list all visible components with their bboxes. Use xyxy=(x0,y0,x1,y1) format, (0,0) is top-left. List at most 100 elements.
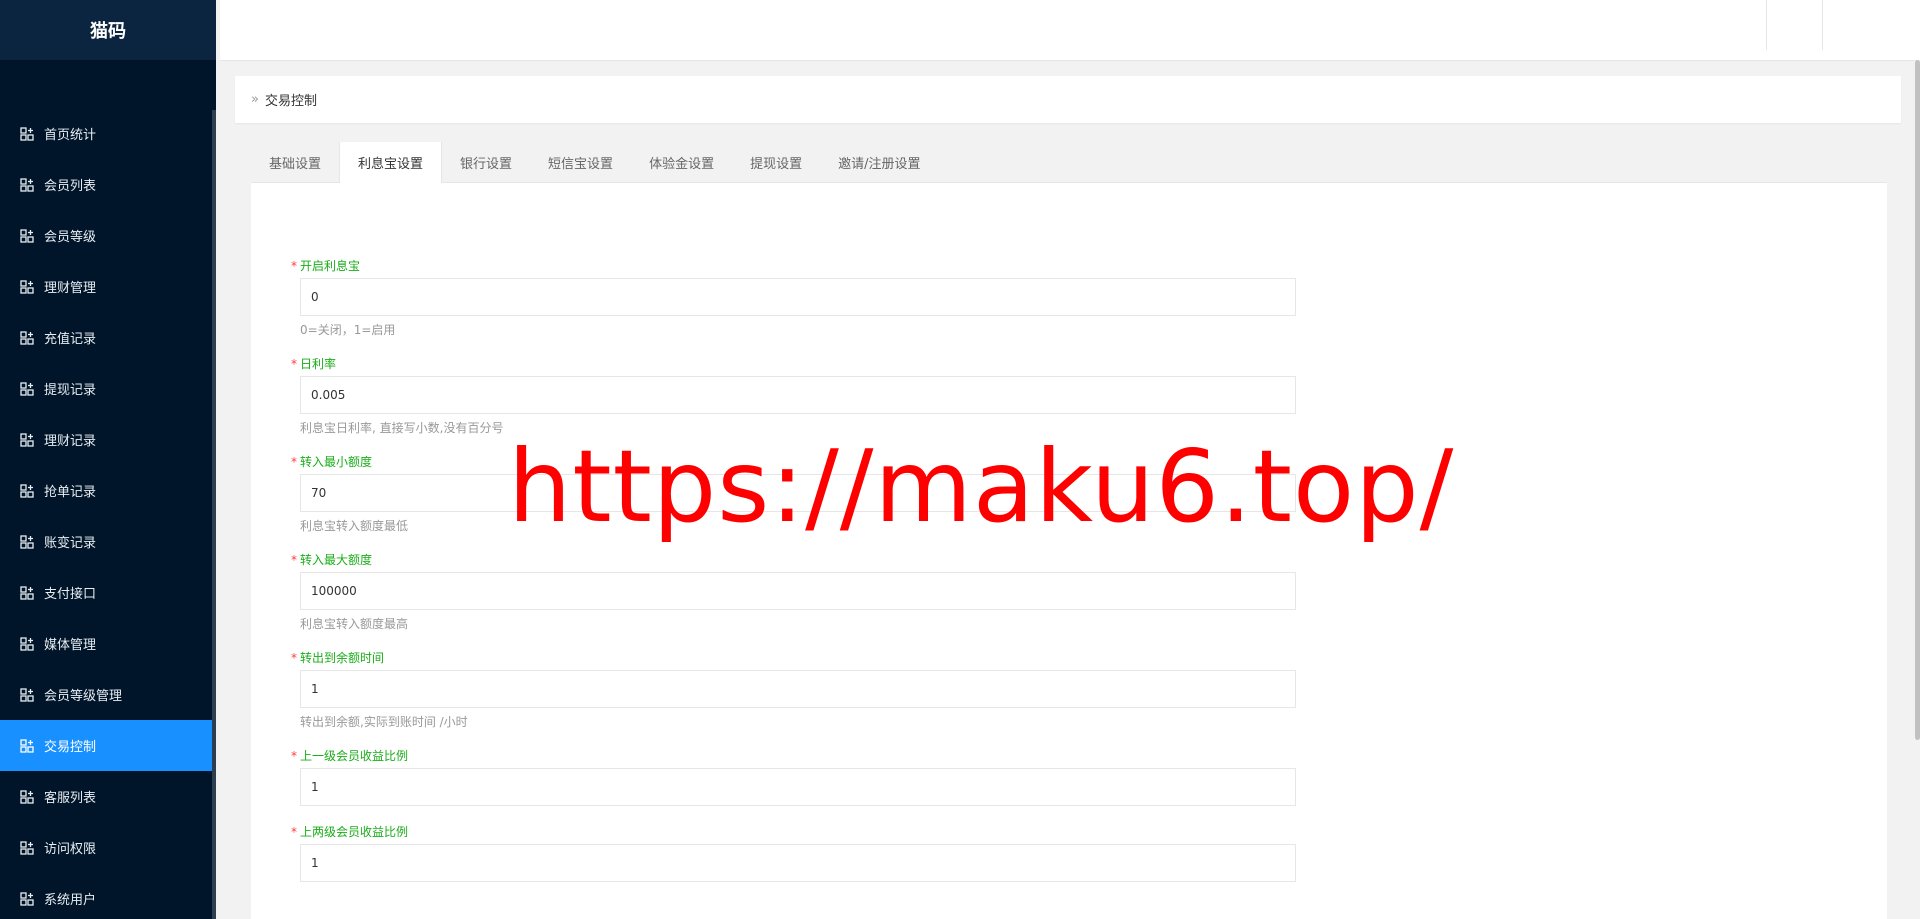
sidebar-item[interactable]: 账变记录 xyxy=(0,516,216,567)
grid-icon xyxy=(20,636,34,651)
field-label-text: 日利率 xyxy=(300,357,337,371)
sidebar-item[interactable]: 客服列表 xyxy=(0,771,216,822)
sidebar-item[interactable]: 访问权限 xyxy=(0,822,216,873)
breadcrumb-current: 交易控制 xyxy=(264,94,317,109)
settings-tab[interactable]: 基础设置 xyxy=(251,142,339,182)
field-label-text: 开启利息宝 xyxy=(300,259,361,273)
field-help-text: 0=关闭，1=启用 xyxy=(300,323,396,337)
sidebar-item-label: 会员等级管理 xyxy=(44,689,123,704)
field-label: * 上两级会员收益比例 xyxy=(291,823,1887,840)
sidebar-item-label: 媒体管理 xyxy=(44,638,97,653)
sidebar-item-label: 交易控制 xyxy=(44,740,97,755)
sidebar-item[interactable]: 支付接口 xyxy=(0,567,216,618)
form-field: *转入最大额度利息宝转入额度最高 xyxy=(291,551,1887,632)
grid-icon xyxy=(20,228,34,243)
grid-icon xyxy=(20,432,34,447)
sidebar-item-label: 系统用户 xyxy=(44,893,97,908)
sidebar-scrollbar[interactable] xyxy=(212,110,216,919)
form-field: *开启利息宝 0=关闭，1=启用 xyxy=(291,257,1887,338)
field-label: * 日利率 xyxy=(291,355,1887,372)
field-label: * 上一级会员收益比例 xyxy=(291,747,1887,764)
field-label-text: 转入最小额度 xyxy=(300,455,373,469)
sidebar-item[interactable]: 理财管理 xyxy=(0,261,216,312)
required-marker: * xyxy=(291,553,297,567)
grid-icon xyxy=(20,330,34,345)
sidebar-item-label: 会员等级 xyxy=(44,230,97,245)
sidebar-item-label: 充值记录 xyxy=(44,332,97,347)
field-label-text: 转入最大额度 xyxy=(300,553,373,567)
field-input[interactable] xyxy=(300,572,1296,610)
form-field: *转出到余额时间转出到余额,实际到账时间 /小时 xyxy=(291,649,1887,730)
required-marker: * xyxy=(291,357,297,371)
sidebar-item[interactable]: 系统用户 xyxy=(0,873,216,919)
settings-tab[interactable]: 短信宝设置 xyxy=(530,142,631,182)
field-label-text: 上两级会员收益比例 xyxy=(300,825,409,839)
settings-tab[interactable]: 银行设置 xyxy=(442,142,530,182)
form-field: * 上一级会员收益比例 xyxy=(291,747,1887,806)
field-label: * 转出到余额时间 xyxy=(291,649,1887,666)
settings-tab[interactable]: 体验金设置 xyxy=(631,142,732,182)
required-marker: * xyxy=(291,825,297,839)
field-input[interactable] xyxy=(300,670,1296,708)
breadcrumb: » 交易控制 xyxy=(235,76,1901,123)
sidebar-item[interactable]: 理财记录 xyxy=(0,414,216,465)
field-label-text: 转出到余额时间 xyxy=(300,651,385,665)
grid-icon xyxy=(20,381,34,396)
sidebar-item-label: 理财管理 xyxy=(44,281,97,296)
sidebar-item[interactable]: 会员等级管理 xyxy=(0,669,216,720)
form-field: * 上两级会员收益比例 xyxy=(291,823,1887,882)
sidebar-item[interactable]: 充值记录 xyxy=(0,312,216,363)
top-header xyxy=(220,0,1920,61)
sidebar-item-label: 首页统计 xyxy=(44,128,97,143)
sidebar-item[interactable]: 首页统计 xyxy=(0,108,216,159)
field-help-text: 利息宝转入额度最高 xyxy=(300,617,409,631)
field-input[interactable] xyxy=(300,844,1296,882)
watermark-text: https://maku6.top/ xyxy=(508,428,1455,545)
required-marker: * xyxy=(291,651,297,665)
grid-icon xyxy=(20,840,34,855)
field-input[interactable] xyxy=(300,278,1296,316)
grid-icon xyxy=(20,585,34,600)
sidebar-item-label: 客服列表 xyxy=(44,791,97,806)
header-divider xyxy=(1822,0,1823,50)
settings-tab[interactable]: 利息宝设置 xyxy=(339,142,443,183)
sidebar-item[interactable]: 抢单记录 xyxy=(0,465,216,516)
sidebar-item-label: 访问权限 xyxy=(44,842,97,857)
double-chevron-right-icon: » xyxy=(251,92,259,107)
sidebar-item[interactable]: 提现记录 xyxy=(0,363,216,414)
page-scrollbar[interactable] xyxy=(1915,60,1920,740)
grid-icon xyxy=(20,687,34,702)
required-marker: * xyxy=(291,749,297,763)
sidebar: 猫码 首页统计会员列表会员等级理财管理充值记录提现记录理财记录抢单记录账变记录支… xyxy=(0,0,216,919)
field-label: * 转入最大额度 xyxy=(291,551,1887,568)
settings-tab[interactable]: 邀请/注册设置 xyxy=(820,142,938,182)
field-input[interactable] xyxy=(300,768,1296,806)
required-marker: * xyxy=(291,259,297,273)
sidebar-item-label: 提现记录 xyxy=(44,383,97,398)
grid-icon xyxy=(20,891,34,906)
grid-icon xyxy=(20,483,34,498)
sidebar-item-label: 抢单记录 xyxy=(44,485,97,500)
grid-icon xyxy=(20,177,34,192)
field-label: * 开启利息宝 xyxy=(291,257,1887,274)
sidebar-menu: 首页统计会员列表会员等级理财管理充值记录提现记录理财记录抢单记录账变记录支付接口… xyxy=(0,108,216,919)
app-logo[interactable]: 猫码 xyxy=(0,0,216,60)
grid-icon xyxy=(20,126,34,141)
field-input[interactable] xyxy=(300,376,1296,414)
grid-icon xyxy=(20,789,34,804)
settings-tabs: 基础设置 利息宝设置 银行设置 短信宝设置 体验金设置 提现设置 邀请/注册设置 xyxy=(251,142,1887,183)
grid-icon xyxy=(20,738,34,753)
sidebar-item-label: 账变记录 xyxy=(44,536,97,551)
sidebar-item[interactable]: 交易控制 xyxy=(0,720,216,771)
sidebar-item[interactable]: 会员等级 xyxy=(0,210,216,261)
grid-icon xyxy=(20,534,34,549)
sidebar-item-label: 会员列表 xyxy=(44,179,97,194)
field-help-text: 转出到余额,实际到账时间 /小时 xyxy=(300,715,468,729)
header-divider xyxy=(1766,0,1767,50)
settings-tab[interactable]: 提现设置 xyxy=(732,142,820,182)
sidebar-item-label: 理财记录 xyxy=(44,434,97,449)
grid-icon xyxy=(20,279,34,294)
field-label-text: 上一级会员收益比例 xyxy=(300,749,409,763)
sidebar-item[interactable]: 会员列表 xyxy=(0,159,216,210)
sidebar-item[interactable]: 媒体管理 xyxy=(0,618,216,669)
